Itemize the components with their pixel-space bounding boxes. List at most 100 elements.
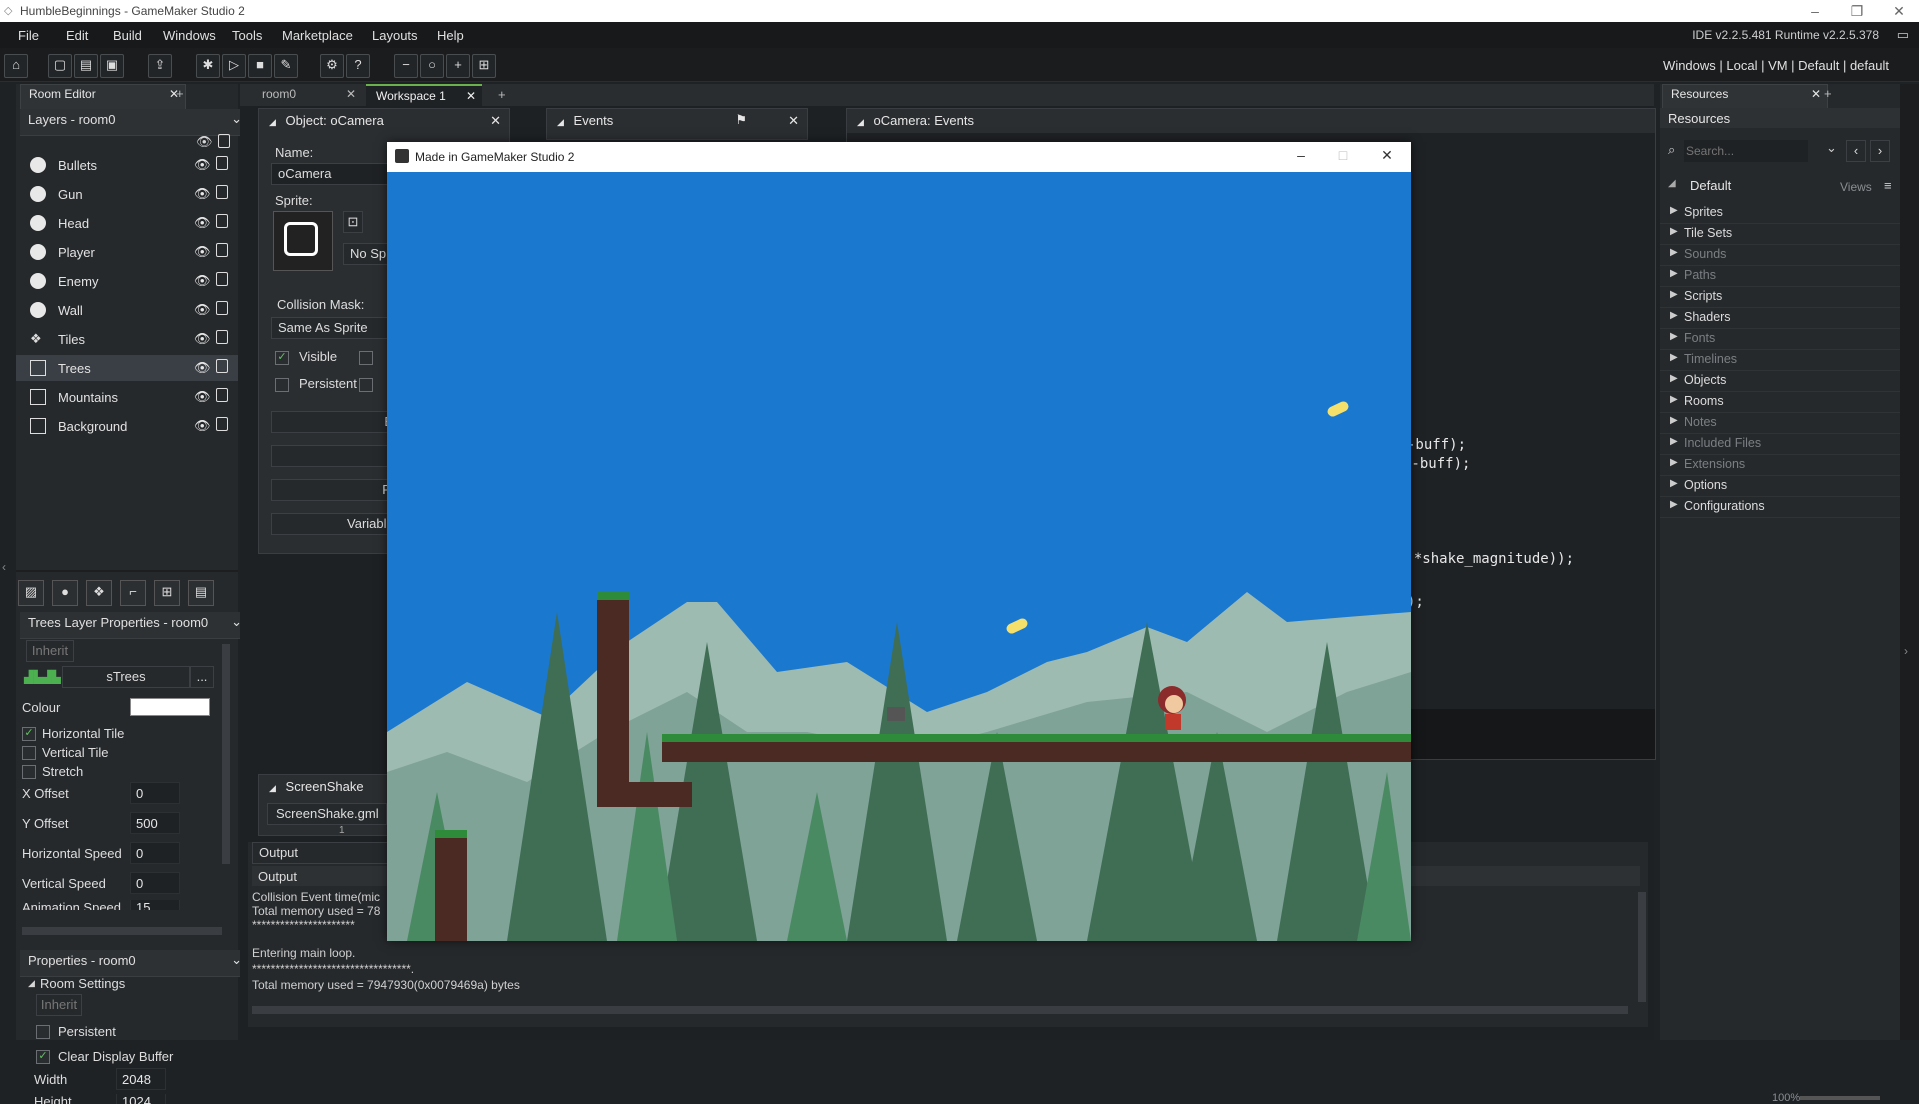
save-icon[interactable]: ▣ — [100, 54, 124, 78]
lock-icon[interactable] — [216, 156, 228, 170]
menu-icon[interactable]: ≡ — [1884, 178, 1892, 193]
collapse-icon[interactable]: ◢ — [857, 117, 864, 127]
chevron-down-icon[interactable]: ⌄ — [1826, 140, 1837, 156]
zoom-out-icon[interactable]: − — [394, 54, 418, 78]
lock-icon[interactable] — [216, 272, 228, 286]
new-project-icon[interactable]: ▢ — [48, 54, 72, 78]
add-asset-layer-icon[interactable]: ⊞ — [154, 580, 180, 606]
horizontal-scrollbar[interactable] — [22, 927, 222, 935]
resource-folder[interactable]: ▶ Shaders — [1660, 307, 1900, 329]
resource-folder[interactable]: ▶ Options — [1660, 475, 1900, 497]
add-background-layer-icon[interactable]: ▨ — [18, 580, 44, 606]
eye-icon[interactable]: 👁 — [194, 302, 211, 318]
layer-item[interactable]: Background 👁 — [16, 413, 238, 439]
eye-icon[interactable]: 👁 — [194, 273, 211, 289]
collapse-icon[interactable]: ◢ — [1668, 178, 1676, 189]
layer-item[interactable]: Bullets 👁 — [16, 152, 238, 178]
vspeed-field[interactable]: 0 — [130, 872, 180, 894]
forward-icon[interactable]: › — [1870, 140, 1890, 162]
menu-help[interactable]: Help — [437, 28, 464, 43]
add-path-layer-icon[interactable]: ⌐ — [120, 580, 146, 606]
layer-properties-header[interactable]: Trees Layer Properties - room0 ⌄ — [20, 612, 250, 639]
menu-file[interactable]: File — [18, 28, 39, 43]
expand-icon[interactable]: ▶ — [1670, 478, 1678, 489]
add-tab-icon[interactable]: + — [176, 86, 184, 101]
menu-build[interactable]: Build — [113, 28, 142, 43]
layer-item[interactable]: Mountains 👁 — [16, 384, 238, 410]
new-sprite-icon[interactable]: ⊡ — [343, 211, 363, 233]
eye-icon[interactable]: 👁 — [196, 134, 213, 150]
resource-folder[interactable]: ▶ Included Files — [1660, 433, 1900, 455]
tab-room-editor[interactable]: Room Editor ✕ — [20, 84, 186, 110]
lock-icon[interactable] — [216, 185, 228, 199]
resource-folder[interactable]: ▶ Extensions — [1660, 454, 1900, 476]
collapse-icon[interactable]: ◢ — [28, 978, 35, 989]
expand-icon[interactable]: ▶ — [1670, 268, 1678, 279]
inherit-button[interactable]: Inherit — [26, 640, 74, 662]
close-button[interactable]: ✕ — [1367, 147, 1407, 164]
expand-icon[interactable]: ▶ — [1670, 331, 1678, 342]
add-folder-icon[interactable]: ▤ — [188, 580, 214, 606]
resource-folder[interactable]: ▶ Notes — [1660, 412, 1900, 434]
lock-icon[interactable] — [216, 330, 228, 344]
vertical-tile-checkbox[interactable] — [22, 746, 36, 760]
lock-icon[interactable] — [216, 214, 228, 228]
menu-marketplace[interactable]: Marketplace — [282, 28, 353, 43]
collapse-icon[interactable]: ◢ — [269, 117, 276, 127]
visible-checkbox[interactable]: ✓ — [275, 351, 289, 365]
feedback-icon[interactable]: ▭ — [1897, 27, 1909, 43]
expand-icon[interactable]: ▶ — [1670, 499, 1678, 510]
expand-icon[interactable]: ▶ — [1670, 457, 1678, 468]
lock-icon[interactable] — [216, 301, 228, 315]
lock-icon[interactable] — [216, 388, 228, 402]
expand-icon[interactable]: ▶ — [1670, 373, 1678, 384]
game-canvas[interactable] — [387, 172, 1411, 941]
chevron-left-icon[interactable]: ‹ — [2, 560, 6, 574]
resource-folder[interactable]: ▶ Sprites — [1660, 202, 1900, 224]
menu-tools[interactable]: Tools — [232, 28, 262, 43]
fit-icon[interactable]: ⊞ — [472, 54, 496, 78]
expand-icon[interactable]: ▶ — [1670, 247, 1678, 258]
close-icon[interactable]: ✕ — [490, 113, 501, 129]
sprite-selector[interactable]: sTrees — [62, 666, 190, 688]
sprite-more-button[interactable]: ... — [190, 666, 214, 688]
eye-icon[interactable]: 👁 — [194, 244, 211, 260]
close-button[interactable]: ✕ — [1879, 1, 1919, 21]
resource-folder[interactable]: ▶ Configurations — [1660, 496, 1900, 518]
lock-icon[interactable] — [218, 134, 230, 148]
room-properties-header[interactable]: Properties - room0 ⌄ — [20, 950, 250, 977]
restore-button[interactable]: ❐ — [1837, 1, 1877, 21]
collapse-icon[interactable]: ◢ — [557, 117, 564, 127]
resource-folder[interactable]: ▶ Fonts — [1660, 328, 1900, 350]
close-icon[interactable]: ✕ — [788, 113, 799, 129]
open-project-icon[interactable]: ▤ — [74, 54, 98, 78]
chevron-right-icon[interactable]: › — [1904, 644, 1908, 658]
expand-icon[interactable]: ▶ — [1670, 415, 1678, 426]
layer-item[interactable]: Head 👁 — [16, 210, 238, 236]
eye-icon[interactable]: 👁 — [194, 215, 211, 231]
resource-folder[interactable]: ▶ Paths — [1660, 265, 1900, 287]
output-tab[interactable]: Output — [252, 842, 392, 864]
eye-icon[interactable]: 👁 — [194, 418, 211, 434]
layer-item[interactable]: Gun 👁 — [16, 181, 238, 207]
flag-icon[interactable]: ⚑ — [735, 112, 747, 128]
x-offset-field[interactable]: 0 — [130, 782, 180, 804]
expand-icon[interactable]: ▶ — [1670, 205, 1678, 216]
hspeed-field[interactable]: 0 — [130, 842, 180, 864]
stretch-checkbox[interactable] — [22, 765, 36, 779]
close-icon[interactable]: ✕ — [1811, 87, 1821, 101]
expand-icon[interactable]: ▶ — [1670, 226, 1678, 237]
zoom-slider[interactable] — [1800, 1096, 1880, 1100]
debug-icon[interactable]: ✱ — [196, 54, 220, 78]
stop-icon[interactable]: ■ — [248, 54, 272, 78]
minimize-button[interactable]: – — [1281, 147, 1321, 163]
layer-item[interactable]: Trees 👁 — [16, 355, 238, 381]
home-icon[interactable]: ⌂ — [4, 54, 28, 78]
expand-icon[interactable]: ▶ — [1670, 310, 1678, 321]
add-instance-layer-icon[interactable]: ● — [52, 580, 78, 606]
vertical-scrollbar[interactable] — [222, 644, 230, 864]
sprite-preview[interactable] — [273, 211, 333, 271]
lock-icon[interactable] — [216, 359, 228, 373]
uses-physics-checkbox[interactable] — [359, 378, 373, 392]
close-icon[interactable]: ✕ — [466, 89, 476, 103]
